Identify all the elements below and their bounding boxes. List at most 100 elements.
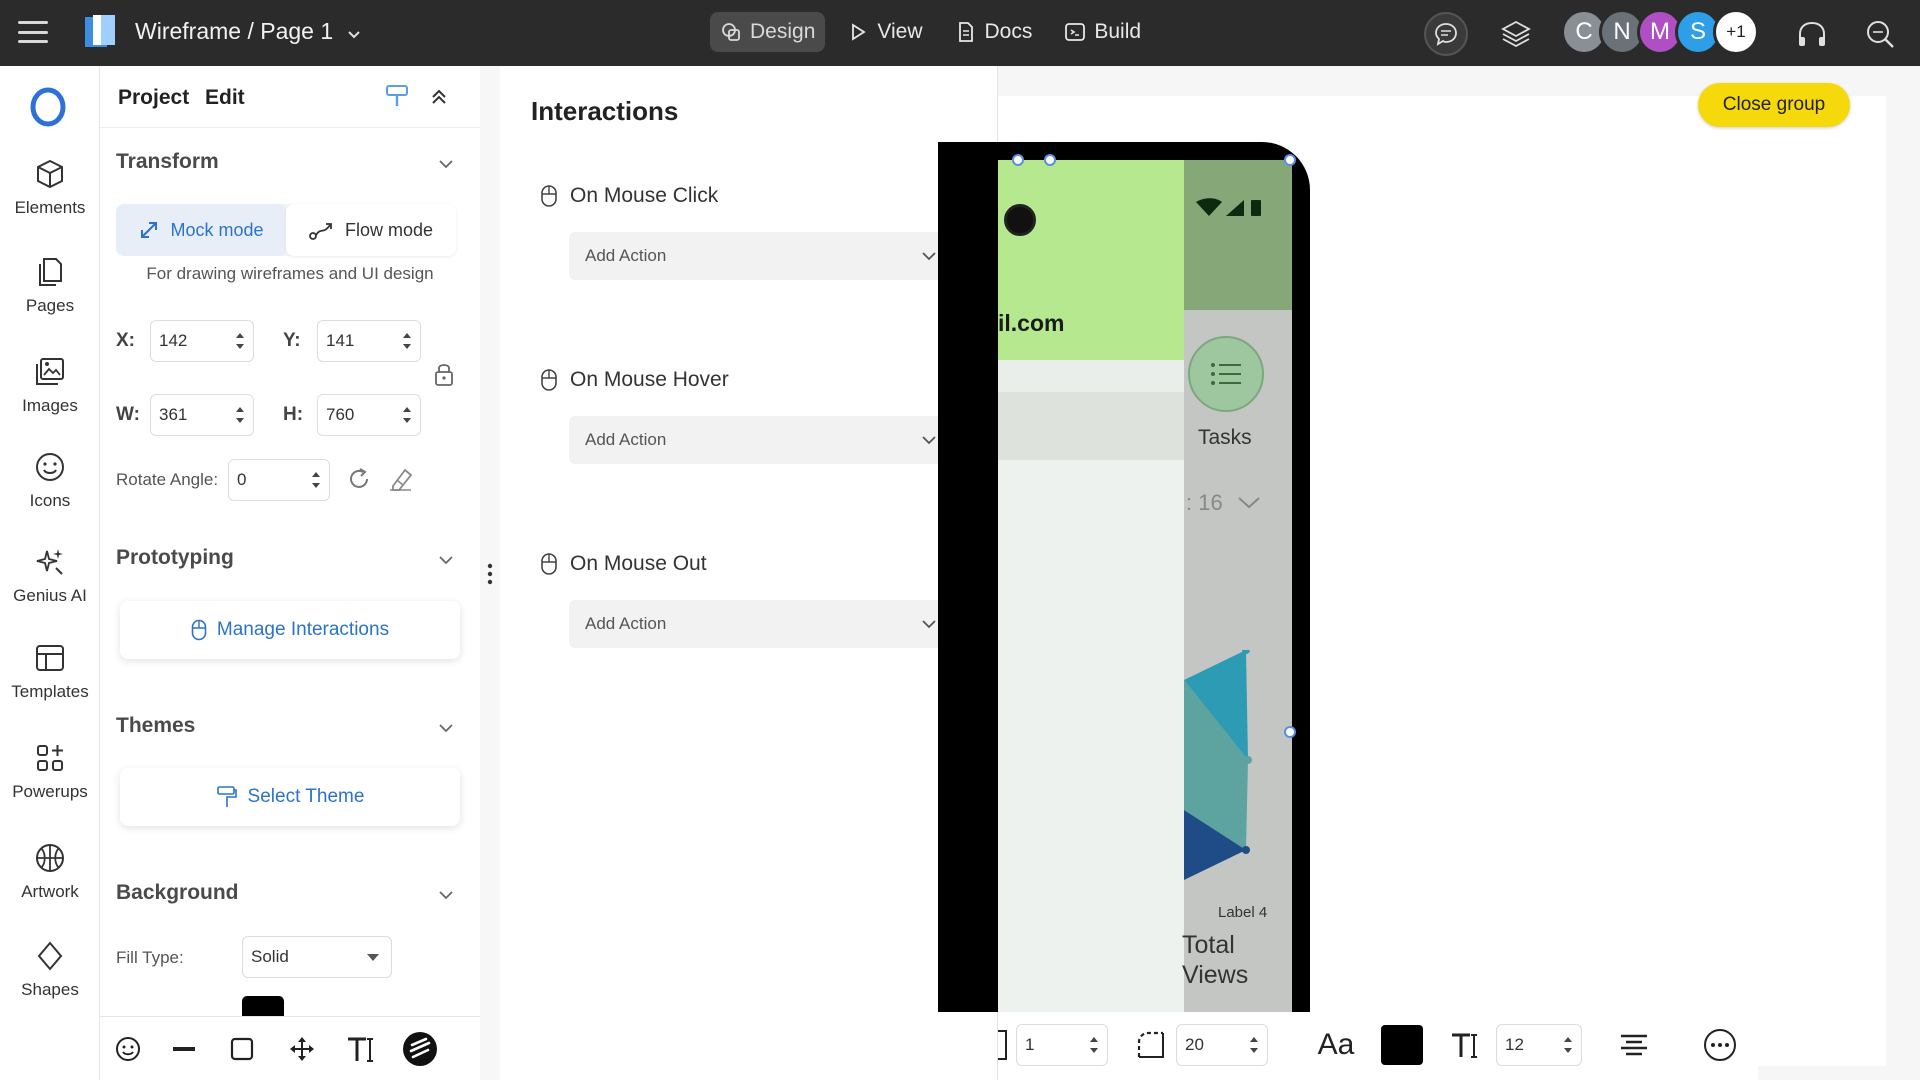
- font-size-input[interactable]: 12: [1496, 1024, 1582, 1066]
- chevron-down-icon[interactable]: [437, 889, 455, 901]
- font-family-button[interactable]: Aa: [1314, 1024, 1358, 1066]
- count-selector[interactable]: : 16: [1186, 490, 1261, 516]
- text-tool[interactable]: [344, 1031, 380, 1067]
- menu-icon[interactable]: [16, 17, 50, 47]
- kebab-menu-icon[interactable]: [487, 563, 493, 585]
- interactions-panel: Interactions On Mouse Click Add Action O…: [500, 66, 998, 1080]
- sidebar-item-pages[interactable]: Pages: [0, 256, 100, 316]
- chevron-down-icon[interactable]: [437, 554, 455, 566]
- fill-type-select[interactable]: Solid: [242, 936, 392, 978]
- mock-mode-button[interactable]: Mock mode: [116, 204, 286, 256]
- search-button[interactable]: [1858, 12, 1902, 56]
- phone-mockup[interactable]: il.com Tasks : 16 Label 4 Total Views: [938, 142, 1310, 1012]
- stepper-icon[interactable]: [1089, 1033, 1099, 1057]
- height-input[interactable]: 760: [317, 394, 421, 436]
- stepper-icon[interactable]: [1249, 1033, 1259, 1057]
- sidebar-item-label: Images: [22, 396, 78, 415]
- sidebar-item-label: Templates: [11, 682, 89, 701]
- border-icon: [998, 1030, 1007, 1060]
- line-icon: [173, 1047, 195, 1051]
- paint-roller-icon[interactable]: [385, 84, 409, 110]
- stepper-icon[interactable]: [235, 403, 245, 427]
- align-center-icon: [1621, 1034, 1647, 1056]
- rotate-label: Rotate Angle:: [116, 470, 219, 489]
- layers-icon: [1501, 20, 1531, 48]
- list-icon: [1211, 363, 1241, 385]
- selection-handle[interactable]: [1044, 154, 1056, 166]
- sidebar-item-icons[interactable]: Icons: [0, 451, 100, 511]
- sidebar-item-templates[interactable]: Templates: [0, 642, 100, 702]
- add-action-dropdown[interactable]: Add Action: [569, 232, 953, 280]
- stepper-icon[interactable]: [1563, 1033, 1573, 1057]
- more-collaborators-badge[interactable]: +1: [1713, 9, 1759, 55]
- close-group-button[interactable]: Close group: [1698, 83, 1850, 127]
- sketch-tool[interactable]: [402, 1031, 438, 1067]
- stepper-icon[interactable]: [402, 329, 412, 353]
- x-label: X:: [116, 330, 135, 351]
- tasks-button[interactable]: [1188, 336, 1264, 412]
- emoji-tool[interactable]: [110, 1031, 146, 1067]
- manage-interactions-button[interactable]: Manage Interactions: [120, 601, 460, 659]
- x-input[interactable]: 142: [150, 320, 254, 362]
- chevron-down-icon[interactable]: [437, 722, 455, 734]
- add-action-dropdown[interactable]: Add Action: [569, 416, 953, 464]
- eraser-icon[interactable]: [387, 466, 415, 492]
- text-color-swatch[interactable]: [1380, 1024, 1424, 1066]
- selection-handle[interactable]: [1012, 154, 1024, 166]
- sidebar-item-shapes[interactable]: Shapes: [0, 940, 100, 1000]
- fill-color-swatch[interactable]: [242, 996, 284, 1016]
- select-theme-label: Select Theme: [247, 786, 365, 807]
- content-area: [998, 460, 1184, 1012]
- tab-docs[interactable]: Docs: [945, 12, 1043, 52]
- document-title[interactable]: Wireframe / Page 1: [135, 18, 361, 45]
- stepper-icon[interactable]: [402, 403, 412, 427]
- app-logo-icon[interactable]: [83, 13, 117, 51]
- sidebar-item-artwork[interactable]: Artwork: [0, 842, 100, 902]
- rotate-input[interactable]: 0: [228, 459, 330, 501]
- stepper-icon[interactable]: [311, 468, 321, 492]
- mouse-icon: [541, 185, 557, 207]
- paint-roller-icon: [216, 786, 237, 807]
- tab-view[interactable]: View: [837, 12, 932, 52]
- lock-icon[interactable]: [433, 360, 455, 388]
- sidebar-item-genius-ai[interactable]: Genius AI: [0, 546, 100, 606]
- total-views-line1: Total: [1182, 931, 1235, 959]
- select-theme-button[interactable]: Select Theme: [120, 768, 460, 826]
- stepper-icon[interactable]: [235, 329, 245, 353]
- tab-build[interactable]: Build: [1054, 12, 1151, 52]
- tab-design[interactable]: Design: [710, 12, 826, 52]
- y-input[interactable]: 141: [317, 320, 421, 362]
- add-action-dropdown[interactable]: Add Action: [569, 600, 953, 648]
- stroke-width-icon[interactable]: [995, 1024, 1009, 1066]
- mode-nav: Design View Docs Build: [710, 12, 1151, 52]
- chevron-down-icon: [1238, 497, 1260, 509]
- stroke-width-input[interactable]: 1: [1016, 1024, 1108, 1066]
- layers-button[interactable]: [1494, 12, 1538, 56]
- font-size-icon[interactable]: [1446, 1024, 1486, 1066]
- side-column-header: [1184, 160, 1292, 310]
- tab-edit[interactable]: Edit: [205, 86, 245, 110]
- collapse-up-icon[interactable]: [430, 88, 448, 106]
- move-tool[interactable]: [284, 1031, 320, 1067]
- corner-radius-input[interactable]: 20: [1176, 1024, 1268, 1066]
- line-tool[interactable]: [166, 1031, 202, 1067]
- rectangle-tool[interactable]: [224, 1031, 260, 1067]
- selection-handle[interactable]: [1284, 726, 1296, 738]
- brand-logo-icon[interactable]: [28, 86, 68, 128]
- sidebar-item-powerups[interactable]: Powerups: [0, 742, 100, 802]
- corner-radius-icon[interactable]: [1133, 1024, 1169, 1066]
- selection-handle[interactable]: [1284, 154, 1296, 166]
- align-button[interactable]: [1616, 1024, 1652, 1066]
- expand-arrow-icon: [141, 222, 158, 238]
- total-views-line2: Views: [1182, 961, 1249, 989]
- sidebar-item-elements[interactable]: Elements: [0, 158, 100, 218]
- chevron-down-icon[interactable]: [437, 158, 455, 170]
- tab-project[interactable]: Project: [118, 86, 189, 110]
- width-input[interactable]: 361: [150, 394, 254, 436]
- support-button[interactable]: [1790, 12, 1834, 56]
- comments-button[interactable]: [1424, 12, 1468, 56]
- more-options-button[interactable]: [1700, 1024, 1740, 1066]
- flow-mode-button[interactable]: Flow mode: [286, 204, 456, 256]
- rotate-icon[interactable]: [346, 466, 372, 492]
- sidebar-item-images[interactable]: Images: [0, 356, 100, 416]
